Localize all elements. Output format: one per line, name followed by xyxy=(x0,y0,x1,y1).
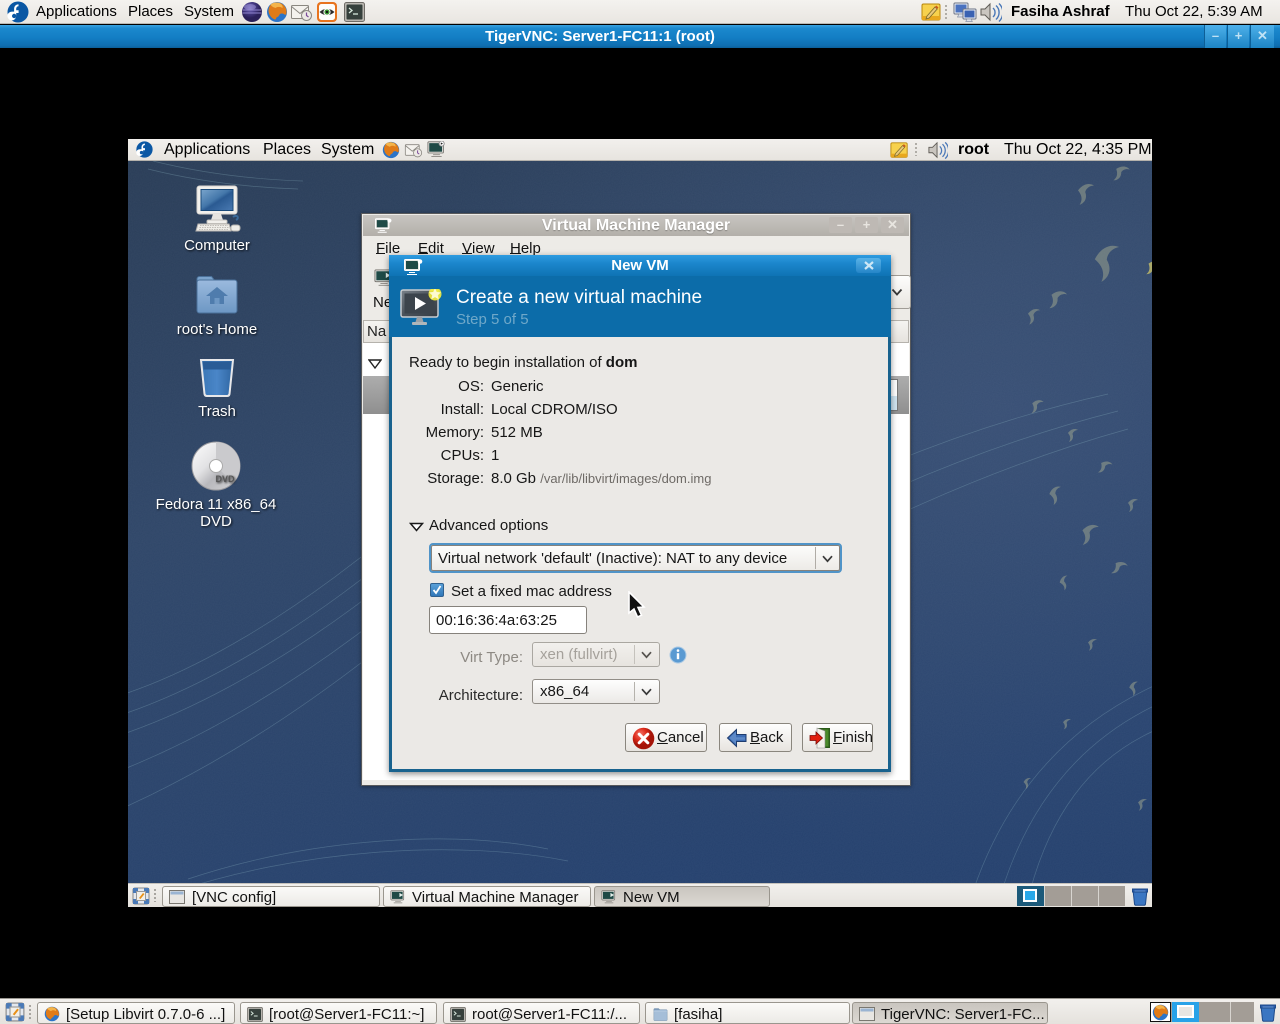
svg-text:DVD: DVD xyxy=(215,474,235,484)
